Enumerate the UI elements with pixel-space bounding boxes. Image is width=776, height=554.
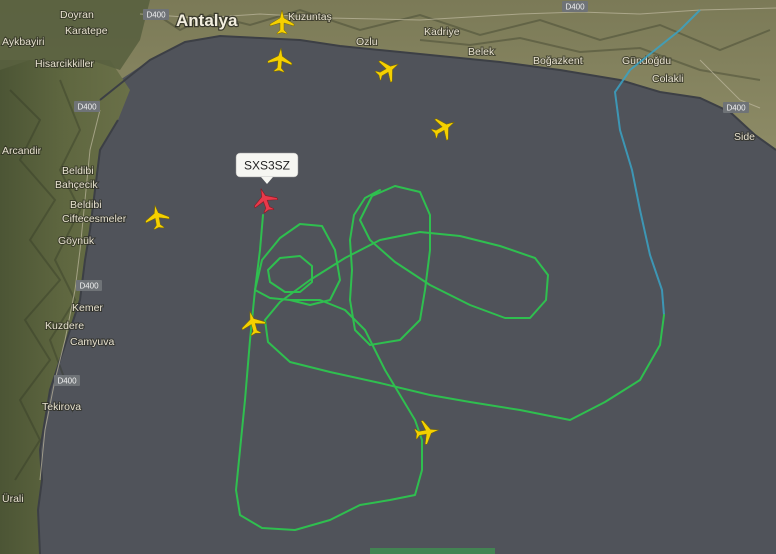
road-shield: D400 <box>562 1 588 12</box>
place-label: Kemer <box>72 302 103 314</box>
place-label: Boğazkent <box>533 55 583 67</box>
place-label: Kuzdere <box>45 320 84 332</box>
callsign-label: SXS3SZ <box>244 159 290 173</box>
place-label: Beldibi <box>70 199 102 211</box>
svg-text:D400: D400 <box>57 377 77 386</box>
flight-tracker-map[interactable]: D400 D400 D400 D400 D400 D400 Doyran Kar… <box>0 0 776 554</box>
place-label: Karatepe <box>65 25 108 37</box>
city-label-antalya[interactable]: Antalya <box>175 10 239 32</box>
svg-text:D400: D400 <box>146 11 166 20</box>
map-attribution-bar <box>370 548 495 554</box>
map-canvas: D400 D400 D400 D400 D400 D400 Doyran Kar… <box>0 0 776 554</box>
place-label: Side <box>734 131 755 143</box>
road-shield: D400 <box>74 101 100 112</box>
svg-text:D400: D400 <box>79 282 99 291</box>
road-shield: D400 <box>54 375 80 386</box>
place-label: Colakli <box>652 73 684 85</box>
place-label: Belek <box>468 46 495 58</box>
svg-text:D400: D400 <box>77 103 97 112</box>
place-label: Bahçecik <box>55 179 98 191</box>
place-label: Kadriye <box>424 26 460 38</box>
road-shield: D400 <box>76 280 102 291</box>
place-label: Hisarcikkiller <box>35 58 94 70</box>
svg-text:D400: D400 <box>726 104 746 113</box>
place-label: Ürali <box>2 493 24 505</box>
place-label: Arcandir <box>2 145 42 157</box>
place-label: Camyuva <box>70 336 115 348</box>
place-label: Ciftecesmeler <box>62 213 127 225</box>
svg-text:D400: D400 <box>565 3 585 12</box>
place-label: Doyran <box>60 9 94 21</box>
place-label: Kuzuntaş <box>288 11 332 23</box>
road-shield: D400 <box>143 9 169 20</box>
place-label: Göynük <box>58 235 95 247</box>
road-shield: D400 <box>723 102 749 113</box>
place-label: Beldibi <box>62 165 94 177</box>
place-label: Ozlu <box>356 36 378 48</box>
place-label: Tekirova <box>42 401 81 413</box>
place-label: Aykbayiri <box>2 36 44 48</box>
